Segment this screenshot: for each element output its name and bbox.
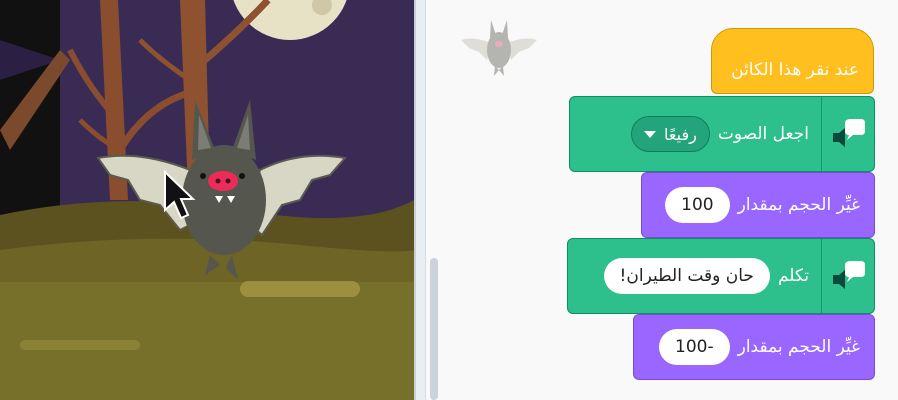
voice-dropdown[interactable]: رفيعًا bbox=[631, 116, 710, 152]
change-size-block[interactable]: غيِّر الحجم بمقدار 100 bbox=[641, 172, 875, 238]
block-label: عند نقر هذا الكائن bbox=[731, 60, 859, 80]
speech-bubble-speaker-icon bbox=[833, 261, 865, 289]
block-label: اجعل الصوت bbox=[717, 124, 809, 144]
block-label: غيِّر الحجم بمقدار bbox=[737, 337, 860, 357]
set-voice-block[interactable]: اجعل الصوت رفيعًا bbox=[569, 96, 875, 172]
when-sprite-clicked-block[interactable]: عند نقر هذا الكائن bbox=[711, 28, 874, 94]
text-to-speech-extension bbox=[821, 239, 874, 313]
size-value-input[interactable]: -100 bbox=[659, 329, 730, 365]
text-to-speech-extension bbox=[821, 97, 874, 171]
size-value-input[interactable]: 100 bbox=[665, 187, 730, 223]
change-size-block[interactable]: غيِّر الحجم بمقدار -100 bbox=[633, 314, 875, 380]
sprite-thumbnail bbox=[461, 20, 537, 76]
input-value: 100 bbox=[681, 195, 714, 215]
input-value: -100 bbox=[675, 337, 714, 357]
stage-canvas[interactable] bbox=[0, 0, 414, 400]
input-value: حان وقت الطيران! bbox=[619, 266, 754, 286]
stage-scene bbox=[0, 0, 414, 400]
speak-block[interactable]: تكلم حان وقت الطيران! bbox=[567, 238, 875, 314]
chevron-down-icon bbox=[644, 130, 657, 138]
speech-bubble-speaker-icon bbox=[833, 119, 865, 147]
dropdown-value: رفيعًا bbox=[664, 124, 697, 144]
block-label: غيِّر الحجم بمقدار bbox=[737, 195, 860, 215]
block-label: تكلم bbox=[777, 266, 809, 286]
panel-divider[interactable] bbox=[414, 0, 426, 400]
speak-text-input[interactable]: حان وقت الطيران! bbox=[603, 258, 770, 294]
scrollbar[interactable] bbox=[430, 258, 438, 400]
code-workspace[interactable]: عند نقر هذا الكائن اجعل الصوت رفيعًا غيِ… bbox=[439, 0, 898, 400]
